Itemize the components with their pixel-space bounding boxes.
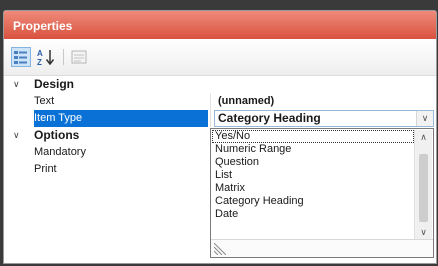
property-value[interactable]: (unnamed) (214, 93, 434, 110)
dropdown-option[interactable]: List (212, 169, 414, 182)
dropdown-option[interactable]: Question (212, 156, 414, 169)
toolbar-separator (63, 49, 64, 65)
dropdown-option[interactable]: Yes/No (212, 130, 414, 143)
property-name: Print (34, 163, 57, 175)
dropdown-scrollbar[interactable]: ∧ ∨ (414, 130, 432, 239)
chevron-down-icon[interactable]: ∨ (13, 76, 25, 93)
item-type-combobox[interactable]: Category Heading ∨ (214, 110, 434, 127)
category-design[interactable]: ∨ Design (4, 76, 436, 93)
dropdown-option[interactable]: Category Heading (212, 195, 414, 208)
property-name: Item Type (34, 110, 208, 127)
panel-title: Properties (4, 11, 436, 39)
property-name: Text (34, 95, 55, 107)
dropdown-option[interactable]: Matrix (212, 182, 414, 195)
dropdown-option[interactable]: Numeric Range (212, 143, 414, 156)
dropdown-footer (211, 239, 433, 257)
item-type-value: Category Heading (218, 111, 321, 125)
svg-text:Z: Z (37, 58, 42, 67)
chevron-down-icon[interactable]: ∨ (416, 111, 433, 126)
scrollbar-thumb[interactable] (419, 154, 428, 222)
properties-toolbar: A Z (4, 39, 436, 76)
scroll-down-icon[interactable]: ∨ (415, 225, 432, 239)
property-row-item-type[interactable]: Item Type Category Heading ∨ (4, 110, 436, 127)
property-name: Mandatory (34, 146, 86, 158)
scroll-up-icon[interactable]: ∧ (415, 130, 432, 144)
property-pages-icon[interactable] (69, 47, 89, 67)
category-label: Design (34, 77, 75, 91)
property-row-text[interactable]: Text (unnamed) (4, 93, 436, 110)
chevron-down-icon[interactable]: ∨ (13, 127, 25, 144)
resize-grip-icon[interactable] (214, 243, 226, 255)
dropdown-options: Yes/No Numeric Range Question List Matri… (212, 130, 414, 221)
category-label: Options (34, 128, 80, 142)
item-type-dropdown-list[interactable]: Yes/No Numeric Range Question List Matri… (210, 128, 434, 258)
categorized-icon[interactable] (11, 47, 31, 67)
sort-alphabetical-icon[interactable]: A Z (36, 47, 56, 67)
dropdown-option[interactable]: Date (212, 208, 414, 221)
svg-text:A: A (37, 49, 43, 58)
